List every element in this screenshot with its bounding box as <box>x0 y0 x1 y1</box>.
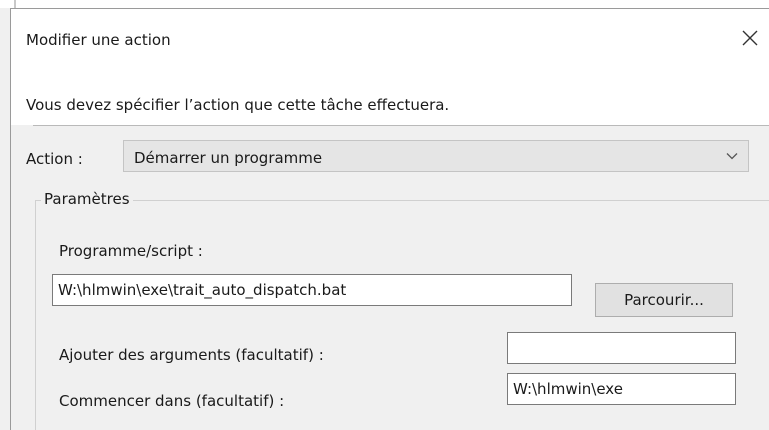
close-icon[interactable] <box>739 27 761 49</box>
start-in-input[interactable]: W:\hlmwin\exe <box>507 373 736 405</box>
arguments-label: Ajouter des arguments (facultatif) : <box>59 346 324 364</box>
arguments-input[interactable] <box>507 332 736 364</box>
header-separator <box>33 125 769 126</box>
instruction-text: Vous devez spécifier l’action que cette … <box>26 96 450 114</box>
background-window-border <box>14 0 16 8</box>
program-script-label: Programme/script : <box>59 242 203 260</box>
chevron-down-icon <box>726 153 738 160</box>
background-window-edge <box>0 0 769 8</box>
dialog-header: Vous devez spécifier l’action que cette … <box>11 67 769 125</box>
start-in-label: Commencer dans (facultatif) : <box>59 392 285 410</box>
action-label: Action : <box>26 150 83 168</box>
action-dropdown[interactable]: Démarrer un programme <box>123 140 749 172</box>
parameters-legend: Paramètres <box>41 190 133 208</box>
action-dropdown-value: Démarrer un programme <box>134 149 323 167</box>
screen: Modifier une action Vous devez spécifier… <box>0 0 769 430</box>
edit-action-dialog: Modifier une action Vous devez spécifier… <box>10 8 769 430</box>
program-script-input[interactable]: W:\hlmwin\exe\trait_auto_dispatch.bat <box>52 274 572 306</box>
dialog-title: Modifier une action <box>26 31 171 49</box>
title-bar[interactable]: Modifier une action <box>11 9 769 67</box>
browse-button[interactable]: Parcourir... <box>595 283 733 317</box>
